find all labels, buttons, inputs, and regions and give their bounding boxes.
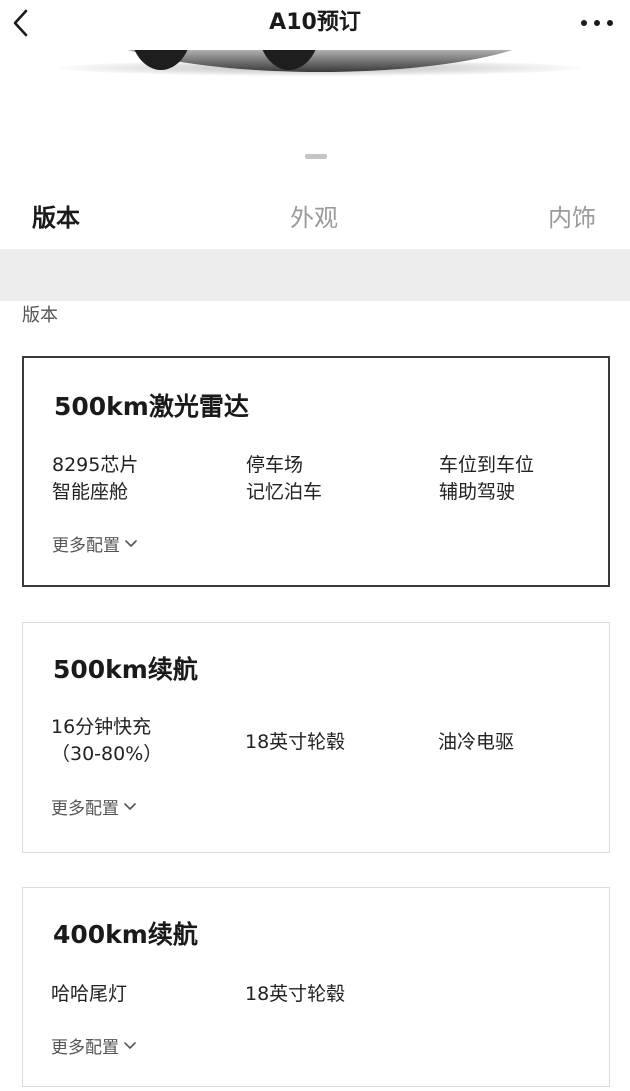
- feature-item: 停车场 记忆泊车: [246, 454, 323, 503]
- feature-item: 16分钟快充 （30-80%）: [51, 716, 163, 765]
- more-config-button[interactable]: 更多配置: [51, 1036, 137, 1060]
- more-menu-button[interactable]: [578, 14, 616, 32]
- version-card-400km-range[interactable]: 400km续航 哈哈尾灯 18英寸轮毂 更多配置: [22, 887, 610, 1087]
- chevron-down-icon: [124, 803, 136, 810]
- divider-band: [0, 249, 630, 301]
- more-config-label: 更多配置: [51, 799, 119, 819]
- card-title: 500km续航: [53, 655, 198, 684]
- sheet-drag-handle[interactable]: [305, 154, 327, 159]
- more-config-button[interactable]: 更多配置: [51, 797, 137, 821]
- feature-item: 8295芯片 智能座舱: [52, 454, 139, 503]
- car-image: [0, 50, 630, 120]
- chevron-down-icon: [124, 1042, 136, 1049]
- version-card-500km-lidar[interactable]: 500km激光雷达 8295芯片 智能座舱 停车场 记忆泊车 车位到车位 辅助驾…: [22, 356, 610, 587]
- chevron-down-icon: [125, 540, 137, 547]
- more-dots-icon: [581, 20, 613, 26]
- tab-exterior[interactable]: 外观: [290, 196, 338, 240]
- feature-item: 油冷电驱: [438, 731, 515, 753]
- card-title: 400km续航: [53, 920, 198, 949]
- more-config-button[interactable]: 更多配置: [52, 534, 138, 558]
- tab-bar: 版本 外观 内饰: [0, 196, 630, 240]
- more-config-label: 更多配置: [52, 536, 120, 556]
- feature-item: 18英寸轮毂: [245, 731, 346, 753]
- tab-version[interactable]: 版本: [32, 196, 80, 240]
- feature-item: 车位到车位 辅助驾驶: [439, 454, 535, 503]
- feature-item: 18英寸轮毂: [245, 983, 346, 1005]
- app-header: A10预订: [0, 0, 630, 50]
- more-config-label: 更多配置: [51, 1038, 119, 1058]
- version-card-500km-range[interactable]: 500km续航 16分钟快充 （30-80%） 18英寸轮毂 油冷电驱 更多配置: [22, 622, 610, 853]
- feature-item: 哈哈尾灯: [51, 983, 128, 1005]
- card-title: 500km激光雷达: [54, 392, 249, 421]
- tab-interior[interactable]: 内饰: [548, 196, 596, 240]
- page-title: A10预订: [269, 10, 361, 35]
- section-label: 版本: [22, 305, 58, 326]
